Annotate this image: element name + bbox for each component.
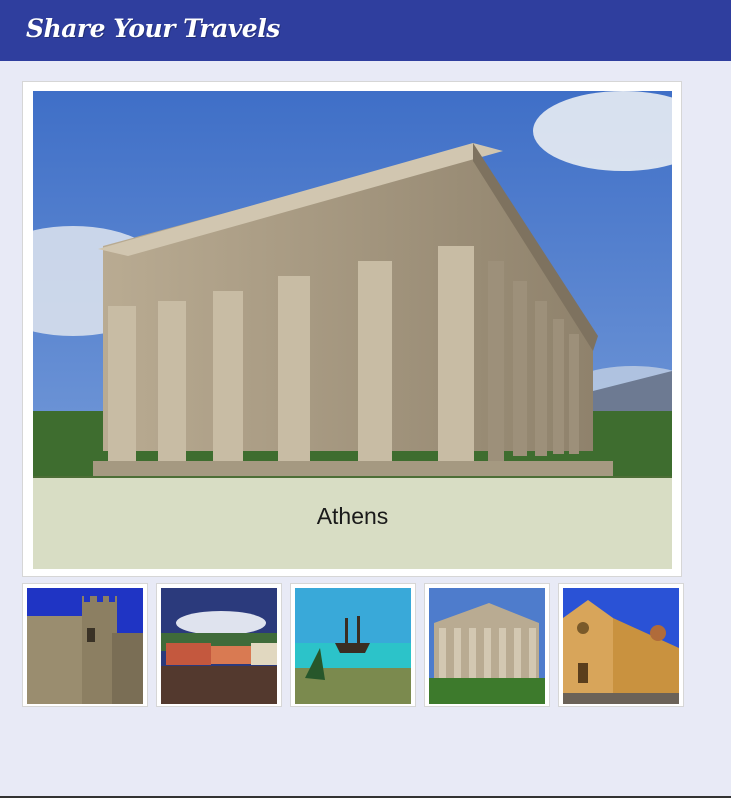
- thumbnail-temple[interactable]: [424, 583, 550, 707]
- caption-bar: Athens: [33, 478, 672, 569]
- pirate-ship-photo: [295, 588, 411, 704]
- thumbnail-pirate-ship[interactable]: [290, 583, 416, 707]
- thumbnail-church[interactable]: [558, 583, 684, 707]
- castle-photo: [27, 588, 143, 704]
- site-header: Share Your Travels: [0, 0, 731, 61]
- site-title: Share Your Travels: [26, 14, 280, 43]
- waterfront-photo: [161, 588, 277, 704]
- temple-photo: [429, 588, 545, 704]
- thumbnail-castle[interactable]: [22, 583, 148, 707]
- caption-text: Athens: [316, 503, 389, 529]
- thumbnail-waterfront[interactable]: [156, 583, 282, 707]
- featured-photo-frame: Athens: [22, 81, 682, 577]
- featured-photo: Athens: [33, 91, 672, 569]
- church-photo: [563, 588, 679, 704]
